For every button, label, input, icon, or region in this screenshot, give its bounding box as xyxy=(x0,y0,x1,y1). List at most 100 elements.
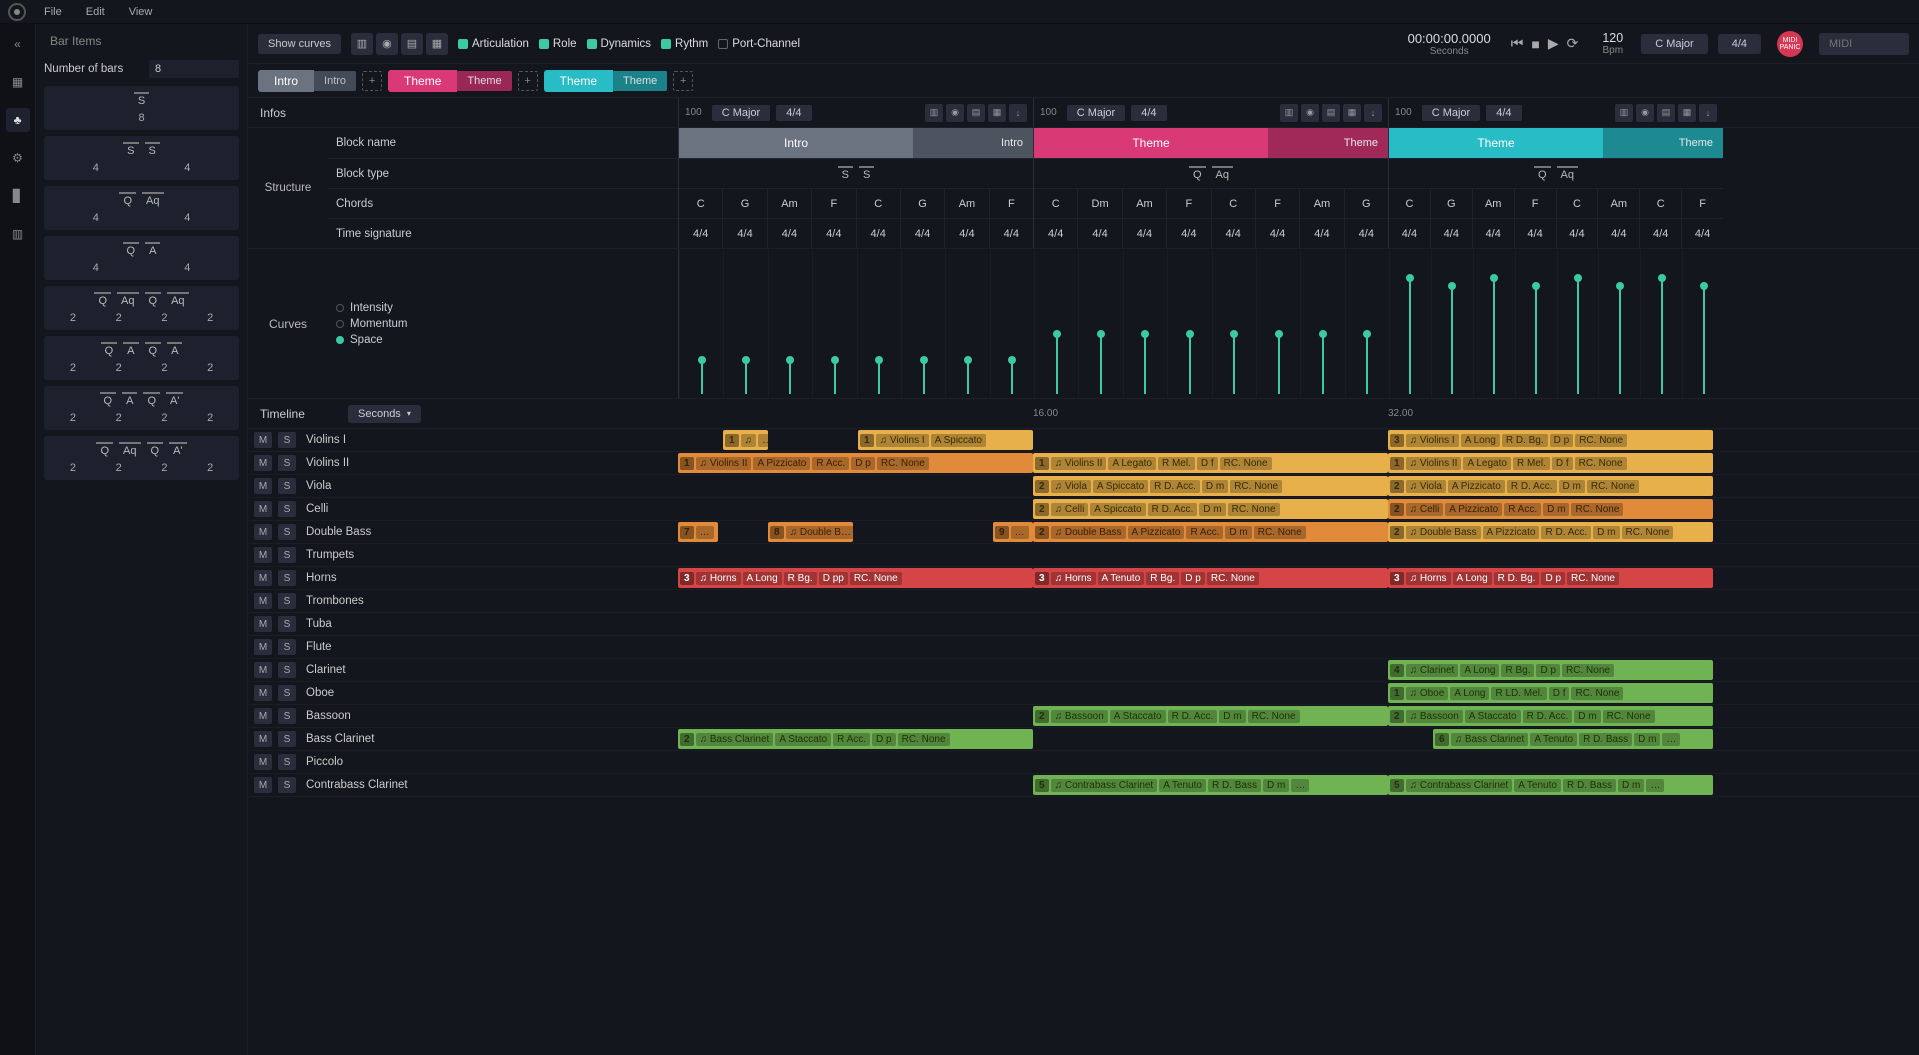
menu-view[interactable]: View xyxy=(129,6,153,18)
track-lane[interactable]: 2♫ CelliA SpiccatoR D. Acc.D mRC. None2♫… xyxy=(678,498,1919,520)
sh-icon[interactable]: ▥ xyxy=(925,104,943,122)
curve-point[interactable] xyxy=(1078,249,1122,398)
chord-cell[interactable]: Am xyxy=(1472,189,1514,218)
solo-button[interactable]: S xyxy=(278,432,296,448)
timesig-cell[interactable]: 4/4 xyxy=(1514,219,1556,248)
structure-icon[interactable]: ♣ xyxy=(6,108,30,132)
mute-button[interactable]: M xyxy=(254,662,272,678)
clip[interactable]: 2♫ BassoonA StaccatoR D. Acc.D mRC. None xyxy=(1033,706,1388,726)
block-name-cell[interactable]: ThemeTheme xyxy=(1389,128,1723,158)
block-name-cell[interactable]: ThemeTheme xyxy=(1034,128,1388,158)
add-block-button[interactable]: + xyxy=(518,71,538,91)
sh-icon[interactable]: ▥ xyxy=(1280,104,1298,122)
solo-button[interactable]: S xyxy=(278,754,296,770)
chord-cell[interactable]: Am xyxy=(944,189,988,218)
mute-button[interactable]: M xyxy=(254,478,272,494)
curve-point[interactable] xyxy=(1034,249,1078,398)
clip[interactable]: 1♫ OboeA LongR LD. Mel.D fRC. None xyxy=(1388,683,1713,703)
clip[interactable]: 4♫ ClarinetA LongR Bg.D pRC. None xyxy=(1388,660,1713,680)
settings-icon[interactable]: ⚙ xyxy=(6,146,30,170)
solo-button[interactable]: S xyxy=(278,685,296,701)
solo-button[interactable]: S xyxy=(278,593,296,609)
track-lane[interactable]: 5♫ Contrabass ClarinetA TenutoR D. BassD… xyxy=(678,774,1919,796)
chord-cell[interactable]: C xyxy=(1034,189,1077,218)
chord-cell[interactable]: G xyxy=(900,189,944,218)
mute-button[interactable]: M xyxy=(254,708,272,724)
sh-icon[interactable]: ▦ xyxy=(1343,104,1361,122)
track-name[interactable]: Trumpets xyxy=(306,549,436,561)
mute-button[interactable]: M xyxy=(254,685,272,701)
curve-point[interactable] xyxy=(1389,249,1431,398)
section-ts-dropdown[interactable]: 4/4 xyxy=(776,105,811,121)
solo-button[interactable]: S xyxy=(278,639,296,655)
stop-icon[interactable]: ■ xyxy=(1531,36,1539,52)
track-name[interactable]: Celli xyxy=(306,503,436,515)
clip[interactable]: 1♫ Violins IIA LegatoR Mel.D fRC. None xyxy=(1388,453,1713,473)
section-key-dropdown[interactable]: C Major xyxy=(1422,105,1481,121)
solo-button[interactable]: S xyxy=(278,731,296,747)
timesig-cell[interactable]: 4/4 xyxy=(1597,219,1639,248)
mute-button[interactable]: M xyxy=(254,501,272,517)
loop-icon[interactable]: ⟳ xyxy=(1567,35,1579,52)
chord-cell[interactable]: Am xyxy=(1122,189,1166,218)
track-lane[interactable] xyxy=(678,590,1919,612)
curve-point[interactable] xyxy=(1431,249,1473,398)
chord-cell[interactable]: F xyxy=(989,189,1033,218)
track-lane[interactable]: 2♫ ViolaA SpiccatoR D. Acc.D mRC. None2♫… xyxy=(678,475,1919,497)
curve-point[interactable] xyxy=(901,249,945,398)
sh-download-icon[interactable]: ↓ xyxy=(1699,104,1717,122)
sh-icon[interactable]: ▦ xyxy=(988,104,1006,122)
block-type-cell[interactable]: SS xyxy=(679,158,1033,188)
clip[interactable]: 9… xyxy=(993,522,1033,542)
piano-icon[interactable]: ▥ xyxy=(6,222,30,246)
curve-point[interactable] xyxy=(1300,249,1344,398)
mute-button[interactable]: M xyxy=(254,731,272,747)
track-name[interactable]: Trombones xyxy=(306,595,436,607)
clip[interactable]: 1♫… xyxy=(723,430,768,450)
track-name[interactable]: Double Bass xyxy=(306,526,436,538)
section-key-dropdown[interactable]: C Major xyxy=(712,105,771,121)
curve-point[interactable] xyxy=(1515,249,1557,398)
curve-point[interactable] xyxy=(723,249,767,398)
bar-item-card[interactable]: QAqQAq2222 xyxy=(44,286,239,330)
tool-icon-4[interactable]: ▦ xyxy=(426,33,448,55)
clip[interactable]: 3♫ HornsA LongR D. Bg.D pRC. None xyxy=(1388,568,1713,588)
timesig-cell[interactable]: 4/4 xyxy=(1299,219,1343,248)
tool-icon-2[interactable]: ◉ xyxy=(376,33,398,55)
timesig-cell[interactable]: 4/4 xyxy=(1430,219,1472,248)
section-key-dropdown[interactable]: C Major xyxy=(1067,105,1126,121)
sh-icon[interactable]: ◉ xyxy=(1636,104,1654,122)
curve-point[interactable] xyxy=(1167,249,1211,398)
clip[interactable]: 2♫ ViolaA PizzicatoR D. Acc.D mRC. None xyxy=(1388,476,1713,496)
timesig-cell[interactable]: 4/4 xyxy=(989,219,1033,248)
sh-download-icon[interactable]: ↓ xyxy=(1009,104,1027,122)
clip[interactable]: 7… xyxy=(678,522,718,542)
curve-point[interactable] xyxy=(1598,249,1640,398)
track-name[interactable]: Bassoon xyxy=(306,710,436,722)
chord-cell[interactable]: Dm xyxy=(1077,189,1121,218)
clip[interactable]: 1♫ Violins IIA PizzicatoR Acc.D pRC. Non… xyxy=(678,453,1033,473)
curve-point[interactable] xyxy=(1212,249,1256,398)
bar-item-card[interactable]: QAqQA'2222 xyxy=(44,436,239,480)
clip[interactable]: 2♫ Double BassA PizzicatoR Acc.D mRC. No… xyxy=(1033,522,1388,542)
solo-button[interactable]: S xyxy=(278,616,296,632)
chord-cell[interactable]: F xyxy=(1166,189,1210,218)
track-name[interactable]: Clarinet xyxy=(306,664,436,676)
curve-point[interactable] xyxy=(1256,249,1300,398)
chord-cell[interactable]: F xyxy=(811,189,855,218)
chord-cell[interactable]: F xyxy=(1255,189,1299,218)
toggle-role[interactable]: Role xyxy=(539,38,577,50)
tool-icon-1[interactable]: ▥ xyxy=(351,33,373,55)
track-name[interactable]: Horns xyxy=(306,572,436,584)
bpm-display[interactable]: 120 Bpm xyxy=(1602,31,1623,56)
curve-point[interactable] xyxy=(857,249,901,398)
track-name[interactable]: Bass Clarinet xyxy=(306,733,436,745)
sh-download-icon[interactable]: ↓ xyxy=(1364,104,1382,122)
chord-cell[interactable]: C xyxy=(1211,189,1255,218)
timesig-cell[interactable]: 4/4 xyxy=(1472,219,1514,248)
solo-button[interactable]: S xyxy=(278,570,296,586)
legend-momentum[interactable]: Momentum xyxy=(336,318,408,330)
track-name[interactable]: Violins II xyxy=(306,457,436,469)
timesig-cell[interactable]: 4/4 xyxy=(1122,219,1166,248)
mute-button[interactable]: M xyxy=(254,547,272,563)
